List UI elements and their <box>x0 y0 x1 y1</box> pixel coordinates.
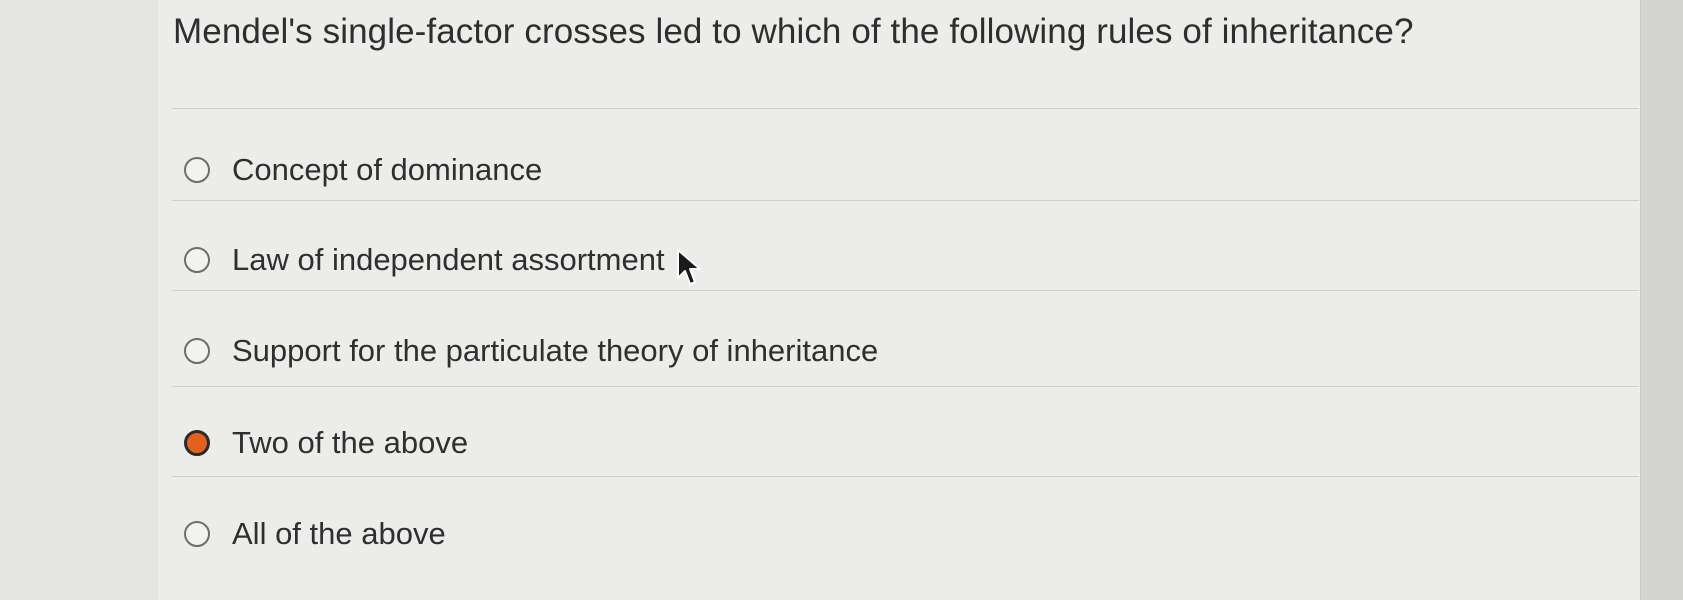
radio-button[interactable] <box>184 521 210 547</box>
mouse-pointer-icon <box>677 249 701 285</box>
divider <box>172 386 1639 387</box>
option-particulate-theory[interactable]: Support for the particulate theory of in… <box>184 331 878 371</box>
option-label: Concept of dominance <box>232 152 543 187</box>
radio-button[interactable] <box>184 338 210 364</box>
option-label: Law of independent assortment <box>232 242 665 277</box>
option-concept-of-dominance[interactable]: Concept of dominance <box>184 150 542 190</box>
option-all-of-the-above[interactable]: All of the above <box>184 514 446 554</box>
option-label: Two of the above <box>232 425 469 460</box>
divider <box>172 200 1639 201</box>
radio-button[interactable] <box>184 157 210 183</box>
option-label: Support for the particulate theory of in… <box>232 333 879 368</box>
divider <box>172 108 1639 109</box>
question-card <box>158 0 1640 600</box>
divider <box>172 290 1639 291</box>
option-law-of-independent-assortment[interactable]: Law of independent assortment <box>184 240 665 280</box>
radio-button-selected[interactable] <box>184 430 210 456</box>
left-margin <box>0 0 158 600</box>
option-two-of-the-above[interactable]: Two of the above <box>184 423 468 463</box>
right-edge <box>1640 0 1683 600</box>
divider <box>172 476 1639 477</box>
option-label: All of the above <box>232 516 446 551</box>
question-text: Mendel's single-factor crosses led to wh… <box>173 12 1414 51</box>
radio-button[interactable] <box>184 247 210 273</box>
